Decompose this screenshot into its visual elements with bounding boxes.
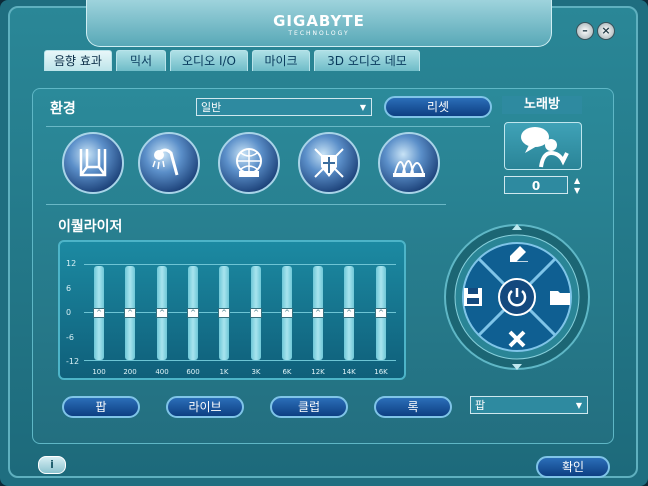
folder-icon[interactable] bbox=[548, 287, 572, 307]
divider bbox=[46, 204, 446, 205]
eq-slider-thumb[interactable]: ^ bbox=[281, 308, 293, 318]
globe-icon[interactable] bbox=[218, 132, 280, 194]
eq-slider-thumb[interactable]: ^ bbox=[375, 308, 387, 318]
tab-mixer[interactable]: 믹서 bbox=[116, 50, 166, 71]
eq-slider-thumb[interactable]: ^ bbox=[343, 308, 355, 318]
power-icon[interactable] bbox=[505, 285, 529, 309]
grid-line bbox=[84, 360, 396, 361]
logo-plate: GIGABYTE TECHNOLOGY bbox=[86, 0, 552, 47]
preset-pop-button[interactable]: 팝 bbox=[62, 396, 140, 418]
eq-frequency-label: 600 bbox=[186, 368, 200, 376]
db-label: -12 bbox=[66, 357, 80, 366]
brand-subtitle: TECHNOLOGY bbox=[288, 30, 350, 37]
preset-live-button[interactable]: 라이브 bbox=[166, 396, 244, 418]
speech-bubble-person-icon[interactable] bbox=[504, 122, 582, 170]
tab-sound-effects[interactable]: 음향 효과 bbox=[44, 50, 112, 71]
eq-frequency-label: 400 bbox=[155, 368, 169, 376]
ok-button[interactable]: 확인 bbox=[536, 456, 610, 478]
info-button[interactable]: i bbox=[38, 456, 66, 474]
delete-icon[interactable] bbox=[506, 328, 528, 350]
close-button[interactable]: × bbox=[597, 22, 615, 40]
karaoke-value-field[interactable]: 0 bbox=[504, 176, 568, 194]
eq-frequency-label: 200 bbox=[123, 368, 137, 376]
environment-selected-value: 일반 bbox=[201, 101, 222, 114]
grid-line bbox=[84, 264, 396, 265]
preset-select[interactable]: 팝 ▼ bbox=[470, 396, 588, 414]
eq-slider-thumb[interactable]: ^ bbox=[312, 308, 324, 318]
karaoke-title: 노래방 bbox=[502, 96, 582, 114]
eq-frequency-label: 6K bbox=[282, 368, 292, 376]
tab-audio-io[interactable]: 오디오 I/O bbox=[170, 50, 248, 71]
db-label: 0 bbox=[66, 308, 72, 317]
reset-button[interactable]: 리셋 bbox=[384, 96, 492, 118]
eraser-icon[interactable] bbox=[506, 242, 530, 263]
brand-logo: GIGABYTE bbox=[273, 12, 365, 30]
eq-slider-thumb[interactable]: ^ bbox=[218, 308, 230, 318]
environment-label: 환경 bbox=[50, 101, 76, 117]
knight-helmet-icon[interactable] bbox=[298, 132, 360, 194]
eq-frequency-label: 3K bbox=[251, 368, 261, 376]
chevron-down-icon: ▼ bbox=[575, 401, 582, 410]
eq-slider-thumb[interactable]: ^ bbox=[156, 308, 168, 318]
tab-3d-audio-demo[interactable]: 3D 오디오 데모 bbox=[314, 50, 420, 71]
eq-slider-thumb[interactable]: ^ bbox=[124, 308, 136, 318]
minimize-button[interactable]: – bbox=[576, 22, 594, 40]
shower-icon[interactable] bbox=[138, 132, 200, 194]
eq-frequency-label: 12K bbox=[311, 368, 325, 376]
eq-slider-thumb[interactable]: ^ bbox=[187, 308, 199, 318]
divider bbox=[46, 126, 490, 127]
eq-frequency-label: 16K bbox=[374, 368, 388, 376]
eq-frequency-label: 100 bbox=[92, 368, 106, 376]
equalizer-label: 이퀄라이저 bbox=[58, 219, 123, 235]
preset-rock-button[interactable]: 록 bbox=[374, 396, 452, 418]
eq-slider-thumb[interactable]: ^ bbox=[93, 308, 105, 318]
eq-frequency-label: 1K bbox=[219, 368, 229, 376]
opera-house-icon[interactable] bbox=[378, 132, 440, 194]
app-window: GIGABYTE TECHNOLOGY – × 음향 효과 믹서 오디오 I/O… bbox=[0, 0, 648, 486]
db-label: 6 bbox=[66, 284, 72, 293]
eq-slider-thumb[interactable]: ^ bbox=[250, 308, 262, 318]
db-label: 12 bbox=[66, 259, 77, 268]
tab-microphone[interactable]: 마이크 bbox=[252, 50, 310, 71]
save-icon[interactable] bbox=[462, 286, 484, 308]
spin-down-icon[interactable]: ▼ bbox=[574, 186, 580, 195]
preset-club-button[interactable]: 클럽 bbox=[270, 396, 348, 418]
eq-frequency-label: 14K bbox=[342, 368, 356, 376]
environment-select[interactable]: 일반 ▼ bbox=[196, 98, 372, 116]
db-label: -6 bbox=[66, 333, 74, 342]
chevron-down-icon: ▼ bbox=[359, 103, 366, 112]
preset-selected-value: 팝 bbox=[475, 399, 486, 412]
spin-up-icon[interactable]: ▲ bbox=[574, 176, 580, 185]
room-icon[interactable] bbox=[62, 132, 124, 194]
